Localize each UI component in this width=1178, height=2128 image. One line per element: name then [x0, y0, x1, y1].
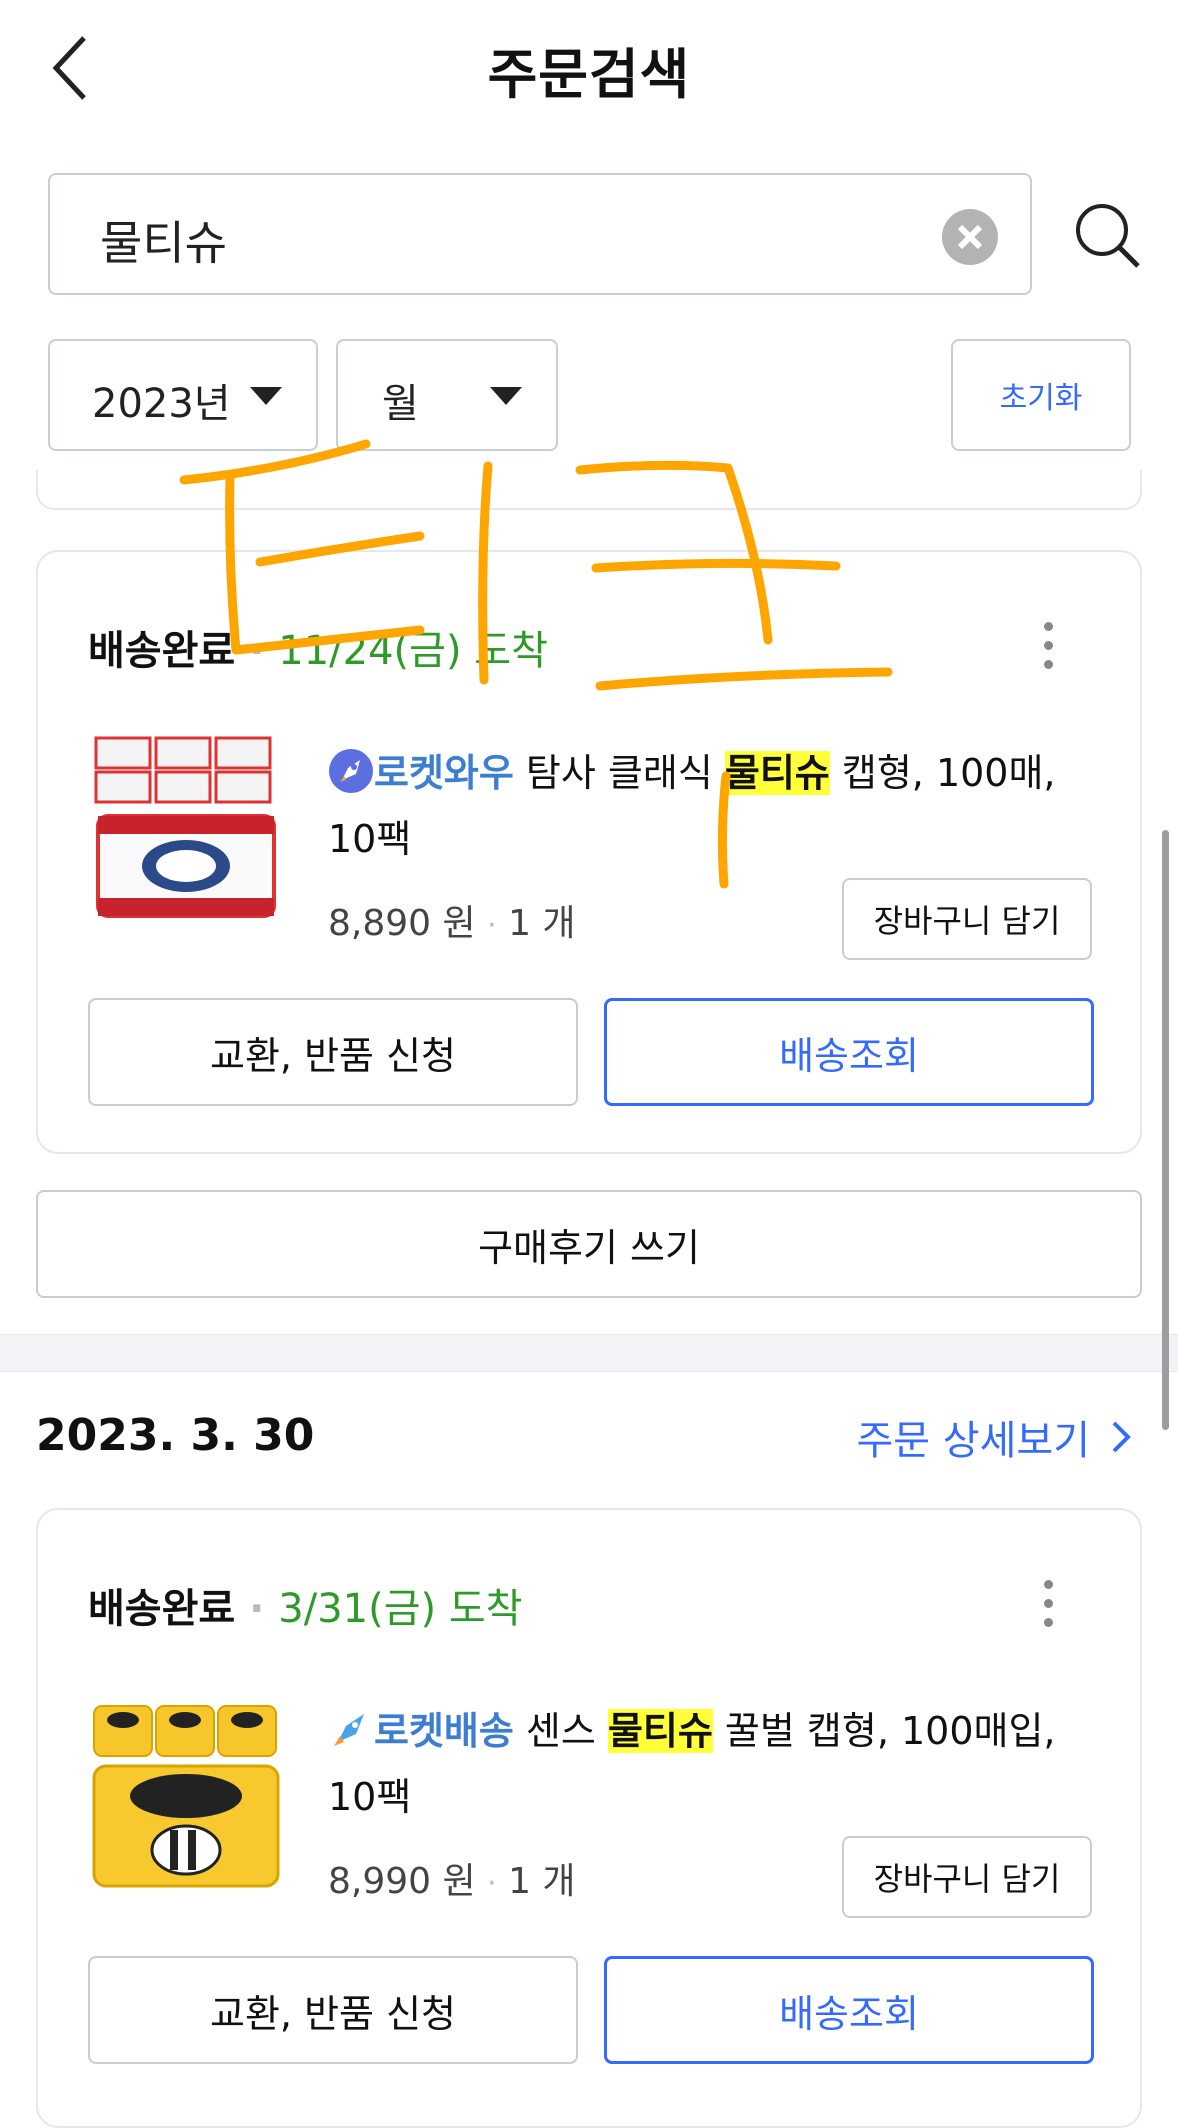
product-thumbnail[interactable] [88, 1700, 284, 1896]
status-label: 배송완료 [88, 1586, 236, 1632]
order-card: 배송완료 · 3/31(금) 도착 로켓배송 센스 물티슈 꿀벌 캡형, 100… [36, 1508, 1142, 2128]
quantity: 1 개 [508, 903, 576, 944]
order-date: 2023. 3. 30 [36, 1410, 315, 1461]
rocket-wow-badge: 로켓와우 [374, 751, 514, 795]
caret-down-icon [490, 387, 522, 405]
keyword-highlight: 물티슈 [724, 751, 830, 795]
previous-card-bottom [36, 470, 1142, 510]
track-delivery-button[interactable]: 배송조회 [604, 998, 1094, 1106]
price-quantity: 8,990 원 · 1 개 [328, 1852, 576, 1904]
clear-icon [957, 224, 983, 250]
title-text: 탐사 클래식 [513, 751, 725, 795]
price: 8,890 원 [328, 903, 476, 944]
caret-down-icon [250, 387, 282, 405]
order-card: 배송완료 · 11/24(금) 도착 로켓와우 탐사 클래식 물티슈 캡형, 1… [36, 550, 1142, 1154]
chevron-right-icon [1112, 1421, 1131, 1453]
title-text: 센스 [513, 1709, 608, 1753]
separator-dot: · [249, 628, 265, 674]
month-select[interactable]: 월 [336, 339, 558, 451]
order-detail-link[interactable]: 주문 상세보기 [856, 1408, 1132, 1466]
kebab-icon[interactable] [1044, 622, 1056, 679]
exchange-return-button[interactable]: 교환, 반품 신청 [88, 998, 578, 1106]
search-icon [1076, 204, 1140, 268]
quantity: 1 개 [508, 1861, 576, 1902]
kebab-icon[interactable] [1044, 1580, 1056, 1637]
order-detail-label: 주문 상세보기 [856, 1418, 1090, 1464]
separator-dot: · [249, 1586, 265, 1632]
exchange-return-button[interactable]: 교환, 반품 신청 [88, 1956, 578, 2064]
add-to-cart-button[interactable]: 장바구니 담기 [842, 1836, 1092, 1918]
product-thumbnail[interactable] [88, 732, 284, 928]
product-title[interactable]: 로켓배송 센스 물티슈 꿀벌 캡형, 100매입, 10팩 [328, 1698, 1108, 1830]
year-select[interactable]: 2023년 [48, 339, 318, 451]
search-button[interactable] [1072, 200, 1144, 272]
reset-button[interactable]: 초기화 [951, 339, 1131, 451]
keyword-highlight: 물티슈 [607, 1709, 713, 1753]
price-quantity: 8,890 원 · 1 개 [328, 894, 576, 946]
rocket-delivery-badge: 로켓배송 [374, 1709, 514, 1753]
arrival-date: 3/31(금) 도착 [278, 1586, 523, 1632]
price: 8,990 원 [328, 1861, 476, 1902]
delivery-status: 배송완료 · 11/24(금) 도착 [88, 618, 548, 676]
page-title: 주문검색 [487, 43, 691, 106]
month-select-value: 월 [382, 381, 419, 427]
year-select-value: 2023년 [92, 381, 231, 427]
scrollbar[interactable] [1162, 830, 1169, 1430]
search-input-value: 물티슈 [100, 216, 227, 270]
clear-search-button[interactable] [942, 209, 998, 265]
status-label: 배송완료 [88, 628, 236, 674]
delivery-status: 배송완료 · 3/31(금) 도착 [88, 1576, 522, 1634]
search-input[interactable]: 물티슈 [48, 173, 1032, 295]
write-review-button[interactable]: 구매후기 쓰기 [36, 1190, 1142, 1298]
track-delivery-button[interactable]: 배송조회 [604, 1956, 1094, 2064]
rocket-icon [328, 748, 374, 794]
separator-dot: · [487, 908, 497, 943]
rocket-icon [328, 1706, 374, 1752]
product-title[interactable]: 로켓와우 탐사 클래식 물티슈 캡형, 100매, 10팩 [328, 740, 1108, 872]
separator-dot: · [487, 1866, 497, 1901]
arrival-date: 11/24(금) 도착 [278, 628, 548, 674]
section-divider [0, 1334, 1178, 1372]
add-to-cart-button[interactable]: 장바구니 담기 [842, 878, 1092, 960]
